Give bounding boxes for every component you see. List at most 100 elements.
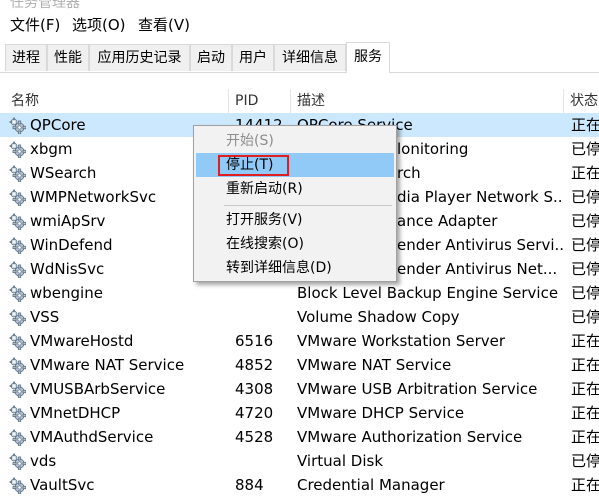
service-gear-icon (9, 213, 26, 230)
tab-bar: 进程 性能 应用历史记录 启动 用户 详细信息 服务 (0, 42, 599, 73)
menu-item-label: 转到详细信息(D) (226, 260, 332, 276)
service-description-partial: rch (397, 164, 421, 182)
menu-item-label: 开始(S) (226, 133, 274, 149)
table-row[interactable]: VMUSBArbService 4308 VMware USB Arbitratio… (0, 377, 599, 401)
service-pid (235, 305, 290, 329)
service-gear-icon (9, 429, 26, 446)
tab-services[interactable]: 服务 (346, 42, 390, 73)
menu-item-open-services[interactable]: 打开服务(V) (196, 208, 394, 232)
column-divider[interactable] (228, 89, 229, 113)
column-status[interactable]: 状态 (570, 89, 598, 113)
service-status: 已停 (571, 212, 599, 230)
service-description-partial: ance Adapter (397, 212, 498, 230)
service-pid (235, 449, 290, 473)
service-name: VMnetDHCP (30, 404, 121, 422)
menu-item-label: 在线搜索(O) (226, 236, 304, 252)
service-name: VMware NAT Service (30, 356, 185, 374)
table-row[interactable]: VMwareHostd 6516 VMware Workstation Server… (0, 329, 599, 353)
menu-item-label: 停止(T) (226, 157, 274, 173)
service-description-partial: lonitoring (397, 140, 469, 158)
service-status: 已停 (571, 284, 599, 302)
service-status: 已停 (571, 452, 599, 470)
window-title-bar: 任务管理器 (0, 0, 599, 10)
column-description[interactable]: 描述 (297, 89, 325, 113)
service-status: 已停 (571, 140, 599, 158)
service-description-partial: dia Player Network S... (397, 188, 563, 206)
service-pid (235, 281, 290, 305)
table-row[interactable]: VSS Volume Shadow Copy 已停 (0, 305, 599, 329)
tab-app-history[interactable]: 应用历史记录 (89, 44, 190, 71)
tab-details[interactable]: 详细信息 (274, 44, 346, 71)
window-title: 任务管理器 (10, 0, 80, 10)
menu-file[interactable]: 文件(F) (10, 12, 60, 38)
service-gear-icon (9, 405, 26, 422)
service-status: 已停 (571, 260, 599, 278)
service-gear-icon (9, 453, 26, 470)
service-description: VMware NAT Service (297, 356, 452, 374)
service-status: 正在 (571, 164, 599, 182)
table-row[interactable]: VMware NAT Service 4852 VMware NAT Service… (0, 353, 599, 377)
service-pid: 884 (235, 476, 264, 494)
service-gear-icon (9, 189, 26, 206)
menu-item-start[interactable]: 开始(S) (196, 129, 394, 153)
column-divider[interactable] (563, 89, 564, 113)
table-row[interactable]: VaultSvc 884 Credential Manager 正在 (0, 473, 599, 497)
service-description: Virtual Disk (297, 452, 384, 470)
service-gear-icon (9, 477, 26, 494)
service-gear-icon (9, 357, 26, 374)
service-gear-icon (9, 117, 26, 134)
service-gear-icon (9, 261, 26, 278)
menu-options[interactable]: 选项(O) (72, 12, 126, 38)
menu-bar: 文件(F) 选项(O) 查看(V) (0, 12, 599, 38)
service-pid: 4720 (235, 404, 274, 422)
service-status: 正在 (571, 404, 599, 422)
tab-startup[interactable]: 启动 (190, 44, 232, 71)
table-row[interactable]: VMAuthdService 4528 VMware Authorization S… (0, 425, 599, 449)
service-status: 正在 (571, 380, 599, 398)
menu-item-stop[interactable]: 停止(T) (196, 153, 394, 177)
menu-item-label: 重新启动(R) (226, 181, 303, 197)
service-status: 已停 (571, 188, 599, 206)
service-name: VaultSvc (30, 476, 95, 494)
tab-performance[interactable]: 性能 (47, 44, 89, 71)
service-description: VMware USB Arbitration Service (297, 380, 538, 398)
column-divider[interactable] (290, 89, 291, 113)
service-status: 正在 (571, 116, 599, 134)
service-name: VMAuthdService (30, 428, 154, 446)
service-gear-icon (9, 285, 26, 302)
column-name[interactable]: 名称 (11, 89, 39, 113)
tab-users[interactable]: 用户 (232, 44, 274, 71)
service-name: wbengine (30, 284, 103, 302)
menu-view[interactable]: 查看(V) (138, 12, 190, 38)
column-header: 名称 PID 描述 状态 (0, 89, 599, 113)
service-name: VMUSBArbService (30, 380, 166, 398)
service-pid: 4852 (235, 356, 274, 374)
menu-item-search-online[interactable]: 在线搜索(O) (196, 232, 394, 256)
service-name: vds (30, 452, 57, 470)
tab-processes[interactable]: 进程 (5, 44, 47, 71)
service-pid: 6516 (235, 332, 274, 350)
service-pid: 4528 (235, 428, 274, 446)
menu-item-go-to-details[interactable]: 转到详细信息(D) (196, 256, 394, 280)
service-status: 正在 (571, 356, 599, 374)
context-menu: 开始(S) 停止(T) 重新启动(R) 打开服务(V) 在线搜索(O) 转到详细… (193, 125, 397, 282)
menu-item-restart[interactable]: 重新启动(R) (196, 177, 394, 201)
service-gear-icon (9, 165, 26, 182)
service-status: 正在 (571, 332, 599, 350)
service-status: 已停 (571, 308, 599, 326)
service-name: VMwareHostd (30, 332, 134, 350)
table-row[interactable]: wbengine Block Level Backup Engine Servic… (0, 281, 599, 305)
table-row[interactable]: VMnetDHCP 4720 VMware DHCP Service 正在 (0, 401, 599, 425)
table-row[interactable]: vds Virtual Disk 已停 (0, 449, 599, 473)
service-name: VSS (30, 308, 60, 326)
column-pid[interactable]: PID (235, 89, 258, 113)
service-gear-icon (9, 237, 26, 254)
service-description: VMware DHCP Service (297, 404, 465, 422)
service-gear-icon (9, 141, 26, 158)
service-status: 正在 (571, 476, 599, 494)
service-status: 已停 (571, 236, 599, 254)
menu-item-label: 打开服务(V) (226, 212, 303, 228)
menu-separator (224, 205, 392, 206)
service-description-partial: ender Antivirus Net... (397, 260, 558, 278)
service-description: VMware Workstation Server (297, 332, 506, 350)
